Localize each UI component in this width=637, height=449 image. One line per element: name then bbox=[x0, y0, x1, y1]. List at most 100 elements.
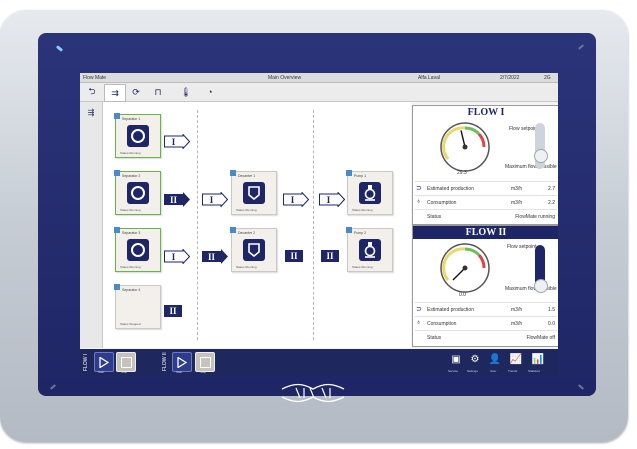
flow-badge: II bbox=[321, 250, 339, 262]
row-unit: m3/h bbox=[511, 186, 523, 192]
flow2-row: ⊃ Estimated production m3/h 1.5 bbox=[415, 302, 557, 316]
flow1-row: ♁ Consumption m3/h 2.2 bbox=[415, 195, 557, 209]
unit-title: Separator 3 bbox=[122, 231, 141, 235]
alfa-laval-logo bbox=[281, 383, 345, 403]
user-name[interactable]: Alfa Laval bbox=[418, 75, 440, 81]
flow1-stop-button[interactable] bbox=[116, 352, 136, 372]
play-icon bbox=[177, 356, 187, 368]
flow1-row: ⊃ Estimated production m3/h 2.7 bbox=[415, 181, 557, 195]
row-value: 1.5 bbox=[548, 307, 555, 313]
row-unit: m3/h bbox=[511, 200, 523, 206]
statistics-button[interactable]: 📊 bbox=[530, 351, 546, 367]
top-toolbar: ⮌ ⇉ ⟳ ⊓ 🌡 ◔ bbox=[80, 83, 558, 102]
unit-indicator bbox=[114, 284, 120, 290]
row-label: Consumption bbox=[427, 321, 457, 327]
separator-unit[interactable]: Separator 3 Status Running bbox=[114, 227, 161, 272]
separator-icon bbox=[127, 182, 149, 204]
flow2-panel: FLOW II 0.0 Flow setpoint Maximum flow p… bbox=[412, 225, 558, 347]
pump-unit[interactable]: Pump 1 Status Running bbox=[346, 170, 393, 215]
arrow-label: II bbox=[169, 194, 177, 205]
unit-title: Decanter 2 bbox=[238, 231, 256, 235]
separator-icon bbox=[127, 125, 149, 147]
settings-button[interactable]: ⚙ bbox=[467, 351, 483, 367]
service-icon: ▣ bbox=[451, 353, 461, 365]
row-unit: m3/h bbox=[511, 321, 523, 327]
tank-icon[interactable]: ⊓ bbox=[148, 84, 168, 100]
row-label: Status bbox=[427, 214, 442, 220]
flow1-gauge bbox=[440, 122, 490, 172]
gauge-icon[interactable]: ◔ bbox=[200, 84, 220, 100]
flow-icon: ⊃ bbox=[416, 306, 422, 313]
separator-unit[interactable]: Separator 1 Status Running bbox=[114, 113, 161, 158]
arrow-label: I bbox=[290, 194, 295, 205]
divider bbox=[197, 110, 198, 340]
process-overview: Separator 1 Status Running Separator 2 S… bbox=[103, 102, 411, 348]
decanter-icon bbox=[243, 182, 265, 204]
stop-icon bbox=[199, 356, 211, 368]
unit-status: Status Running bbox=[120, 151, 141, 155]
flow1-slider-bottom-label: Maximum flow possible bbox=[505, 164, 557, 170]
user-button[interactable]: 👤 bbox=[487, 351, 503, 367]
unit-indicator bbox=[230, 227, 236, 233]
decanter-icon bbox=[243, 239, 265, 261]
flow-icon: ⊃ bbox=[416, 185, 422, 192]
screen-title: Main Overview bbox=[268, 75, 302, 81]
unit-indicator bbox=[114, 113, 120, 119]
separator-unit[interactable]: Separator 2 Status Running bbox=[114, 170, 161, 215]
signal-status: 2G bbox=[544, 75, 551, 81]
trends-button[interactable]: 📈 bbox=[508, 351, 524, 367]
flow1-start-button[interactable] bbox=[94, 352, 114, 372]
separator-unit[interactable]: Separator 4 Status Stopped bbox=[114, 284, 161, 329]
flow2-gauge-value: 0.0 bbox=[459, 292, 466, 298]
slider-knob[interactable] bbox=[534, 148, 548, 163]
flow-diagram-icon[interactable]: ⇶ bbox=[83, 106, 99, 118]
trend-icon: 📈 bbox=[509, 353, 523, 365]
unit-title: Decanter 1 bbox=[238, 174, 256, 178]
flow2-setpoint-slider[interactable] bbox=[534, 245, 548, 293]
row-value: FlowMate off bbox=[526, 335, 555, 341]
service-label: Service bbox=[448, 369, 459, 373]
unit-title: Separator 2 bbox=[122, 174, 141, 178]
unit-indicator bbox=[230, 170, 236, 176]
decanter-unit[interactable]: Decanter 1 Status Running bbox=[230, 170, 277, 215]
flow2-title: FLOW II bbox=[413, 226, 558, 239]
unit-title: Pump 2 bbox=[354, 231, 367, 235]
arrow-label: I bbox=[171, 136, 176, 147]
flow-badge: II bbox=[285, 250, 303, 262]
stop-label: Stop bbox=[200, 370, 207, 374]
unit-status: Status Running bbox=[352, 265, 373, 269]
overview-tab-icon[interactable]: ⇉ bbox=[104, 84, 126, 102]
start-label: Start bbox=[98, 370, 105, 374]
play-icon bbox=[99, 356, 109, 368]
row-value: 2.7 bbox=[548, 186, 555, 192]
unit-status: Status Running bbox=[120, 208, 141, 212]
unit-title: Separator 4 bbox=[122, 288, 141, 292]
unit-indicator bbox=[346, 227, 352, 233]
flow2-slider-top-label: Flow setpoint bbox=[507, 244, 537, 250]
app-name: Flow Mate bbox=[83, 75, 107, 81]
flow2-stop-button[interactable] bbox=[195, 352, 215, 372]
stop-label: Stop bbox=[121, 370, 128, 374]
unit-indicator bbox=[346, 170, 352, 176]
unit-indicator bbox=[114, 227, 120, 233]
flow1-setpoint-slider[interactable] bbox=[534, 123, 548, 169]
back-icon[interactable]: ⮌ bbox=[82, 84, 102, 100]
thermometer-icon[interactable]: 🌡 bbox=[176, 84, 196, 100]
decanter-unit[interactable]: Decanter 2 Status Running bbox=[230, 227, 277, 272]
service-button[interactable]: ▣ bbox=[448, 351, 464, 367]
unit-title: Separator 1 bbox=[122, 117, 141, 121]
arrow-label: I bbox=[171, 251, 176, 262]
pump-unit[interactable]: Pump 2 Status Running bbox=[346, 227, 393, 272]
consumption-icon: ♁ bbox=[416, 198, 422, 205]
arrow-label: I bbox=[326, 194, 331, 205]
flow2-start-button[interactable] bbox=[172, 352, 192, 372]
unit-status: Status Running bbox=[352, 208, 373, 212]
arrow-label: I bbox=[209, 194, 214, 205]
flow2-slider-bottom-label: Maximum flow possible bbox=[505, 286, 557, 292]
chart-icon: 📊 bbox=[531, 353, 545, 365]
title-bar: Flow Mate Main Overview Alfa Laval 2/7/2… bbox=[80, 73, 558, 83]
cycle-icon[interactable]: ⟳ bbox=[126, 84, 146, 100]
unit-status: Status Running bbox=[236, 265, 257, 269]
unit-indicator bbox=[114, 170, 120, 176]
slider-knob[interactable] bbox=[534, 279, 548, 293]
